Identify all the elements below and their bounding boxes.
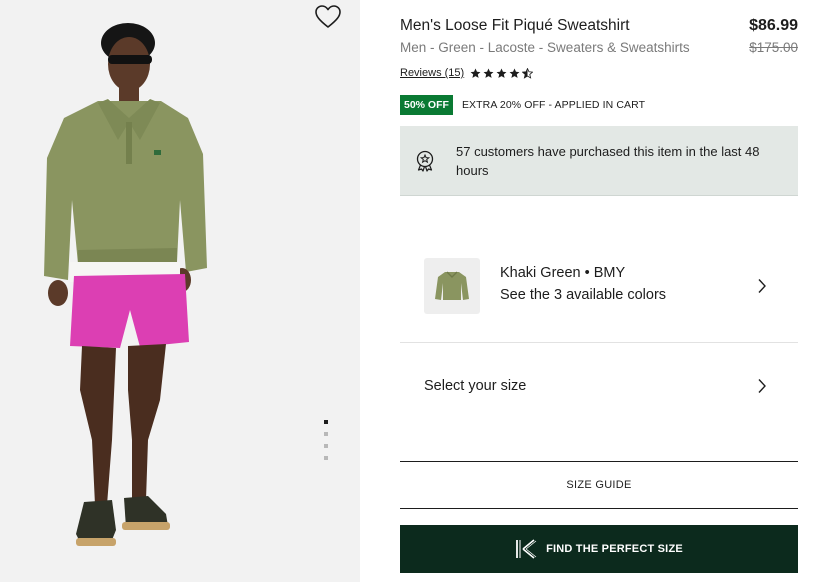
chevron-right-icon [758,279,766,293]
size-guide-button[interactable]: SIZE GUIDE [400,461,798,509]
size-selector-label: Select your size [424,378,527,394]
reviews-link[interactable]: Reviews (15) [400,67,464,79]
star-full-icon [496,68,507,78]
size-selector[interactable]: Select your size [400,344,798,430]
medal-icon [416,150,434,172]
promo-row: 50% OFF EXTRA 20% OFF - APPLIED IN CART [400,95,645,115]
product-photo[interactable] [0,0,360,582]
chevron-right-icon [758,379,766,393]
product-breadcrumb: Men - Green - Lacoste - Sweaters & Sweat… [400,40,690,55]
wishlist-heart-icon[interactable] [314,4,342,30]
promo-text: EXTRA 20% OFF - APPLIED IN CART [461,99,646,111]
product-title: Men's Loose Fit Piqué Sweatshirt [400,17,630,34]
sweatshirt-thumbnail-icon [435,271,469,300]
reviews-row: Reviews (15) [400,67,534,79]
color-selector[interactable]: Khaki Green • BMY See the 3 available co… [400,236,798,343]
gallery-dot-3[interactable] [324,444,328,448]
original-price: $175.00 [749,40,798,55]
find-perfect-size-button[interactable]: FIND THE PERFECT SIZE [400,525,798,573]
gallery-dot-2[interactable] [324,432,328,436]
product-info-panel: Men's Loose Fit Piqué Sweatshirt $86.99 … [400,0,798,582]
product-gallery [0,0,360,582]
find-perfect-size-label: FIND THE PERFECT SIZE [546,543,683,555]
star-full-icon [470,68,481,78]
star-full-icon [509,68,520,78]
discount-badge: 50% OFF [400,95,453,115]
gallery-pagination [324,420,328,460]
gallery-dot-1[interactable] [324,420,328,424]
notice-text: 57 customers have purchased this item in… [456,143,760,178]
star-full-icon [483,68,494,78]
product-price: $86.99 [749,17,798,34]
selected-color-name: Khaki Green • BMY [500,265,626,281]
available-colors-link[interactable]: See the 3 available colors [500,287,666,303]
purchase-notice: 57 customers have purchased this item in… [400,126,798,196]
color-swatch-thumbnail [424,258,480,314]
kiwi-sizing-logo-icon [516,539,537,559]
gallery-dot-4[interactable] [324,456,328,460]
star-half-icon [522,67,534,79]
star-rating [470,67,534,79]
